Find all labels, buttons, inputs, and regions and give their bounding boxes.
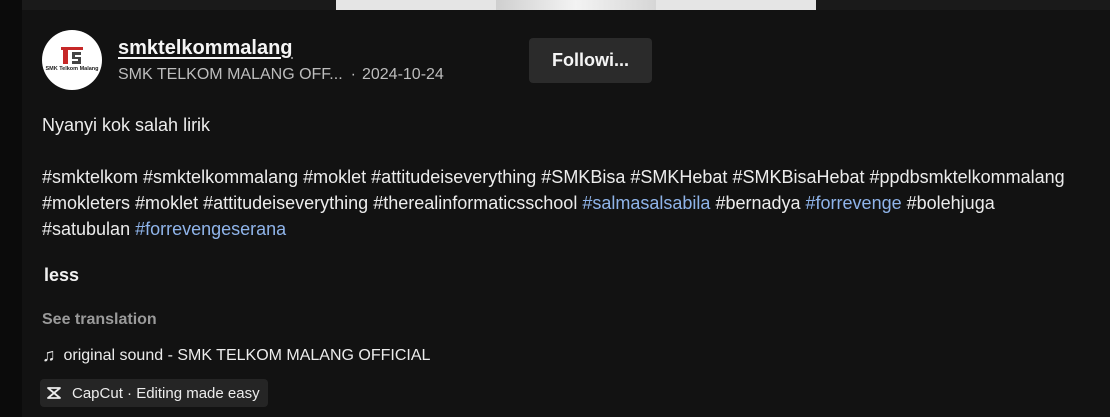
separator-dot: ·: [350, 66, 356, 83]
hashtag-link[interactable]: #SMKBisaHebat: [732, 167, 864, 187]
caption-text: Nyanyi kok salah lirik: [42, 115, 211, 135]
video-description: Nyanyi kok salah lirik #smktelkom #smkte…: [42, 112, 1082, 242]
hashtag-link[interactable]: #forrevengeserana: [135, 219, 286, 239]
hashtag-link[interactable]: #bernadya: [715, 193, 800, 213]
hashtag-link[interactable]: #moklet: [135, 193, 198, 213]
hashtag-link[interactable]: #forrevenge: [806, 193, 902, 213]
music-note-icon: ♫: [42, 345, 56, 365]
author-subline: SMK TELKOM MALANG OFF... · 2024-10-24: [118, 66, 444, 84]
original-sound-link[interactable]: ♫ original sound - SMK TELKOM MALANG OFF…: [42, 345, 430, 366]
avatar-text: SMK Telkom Malang: [45, 66, 99, 72]
video-thumbnail-edge[interactable]: [336, 0, 816, 10]
see-translation-link[interactable]: See translation: [42, 311, 157, 329]
post-date: 2024-10-24: [361, 66, 444, 83]
author-username[interactable]: smktelkommalang: [118, 37, 293, 60]
hashtag-link[interactable]: #attitudeiseverything: [203, 193, 368, 213]
hashtag-link[interactable]: #moklet: [303, 167, 366, 187]
hashtag-list: #smktelkom #smktelkommalang #moklet #att…: [42, 167, 1065, 239]
hashtag-link[interactable]: #attitudeiseverything: [371, 167, 536, 187]
school-logo-icon: [61, 47, 83, 64]
hashtag-link[interactable]: #ppdbsmktelkommalang: [870, 167, 1065, 187]
hashtag-link[interactable]: #SMKHebat: [630, 167, 727, 187]
hashtag-link[interactable]: #smktelkommalang: [143, 167, 298, 187]
capcut-anchor[interactable]: CapCut · Editing made easy: [40, 379, 268, 407]
hashtag-link[interactable]: #satubulan: [42, 219, 130, 239]
hashtag-link[interactable]: #bolehjuga: [907, 193, 995, 213]
sound-label: original sound - SMK TELKOM MALANG OFFIC…: [63, 346, 431, 364]
less-button[interactable]: less: [44, 265, 79, 286]
hashtag-link[interactable]: #mokleters: [42, 193, 130, 213]
video-detail-page: SMK Telkom Malang smktelkommalang SMK TE…: [0, 0, 1110, 417]
capcut-label: CapCut · Editing made easy: [72, 384, 260, 402]
hashtag-link[interactable]: #smktelkom: [42, 167, 138, 187]
hashtag-link[interactable]: #SMKBisa: [541, 167, 625, 187]
capcut-icon: [47, 387, 61, 399]
hashtag-link[interactable]: #therealinformaticsschool: [373, 193, 577, 213]
hashtag-link[interactable]: #salmasalsabila: [582, 193, 710, 213]
avatar[interactable]: SMK Telkom Malang: [42, 30, 102, 90]
following-button[interactable]: Followi...: [529, 38, 652, 83]
author-display-name: SMK TELKOM MALANG OFF...: [118, 66, 343, 83]
